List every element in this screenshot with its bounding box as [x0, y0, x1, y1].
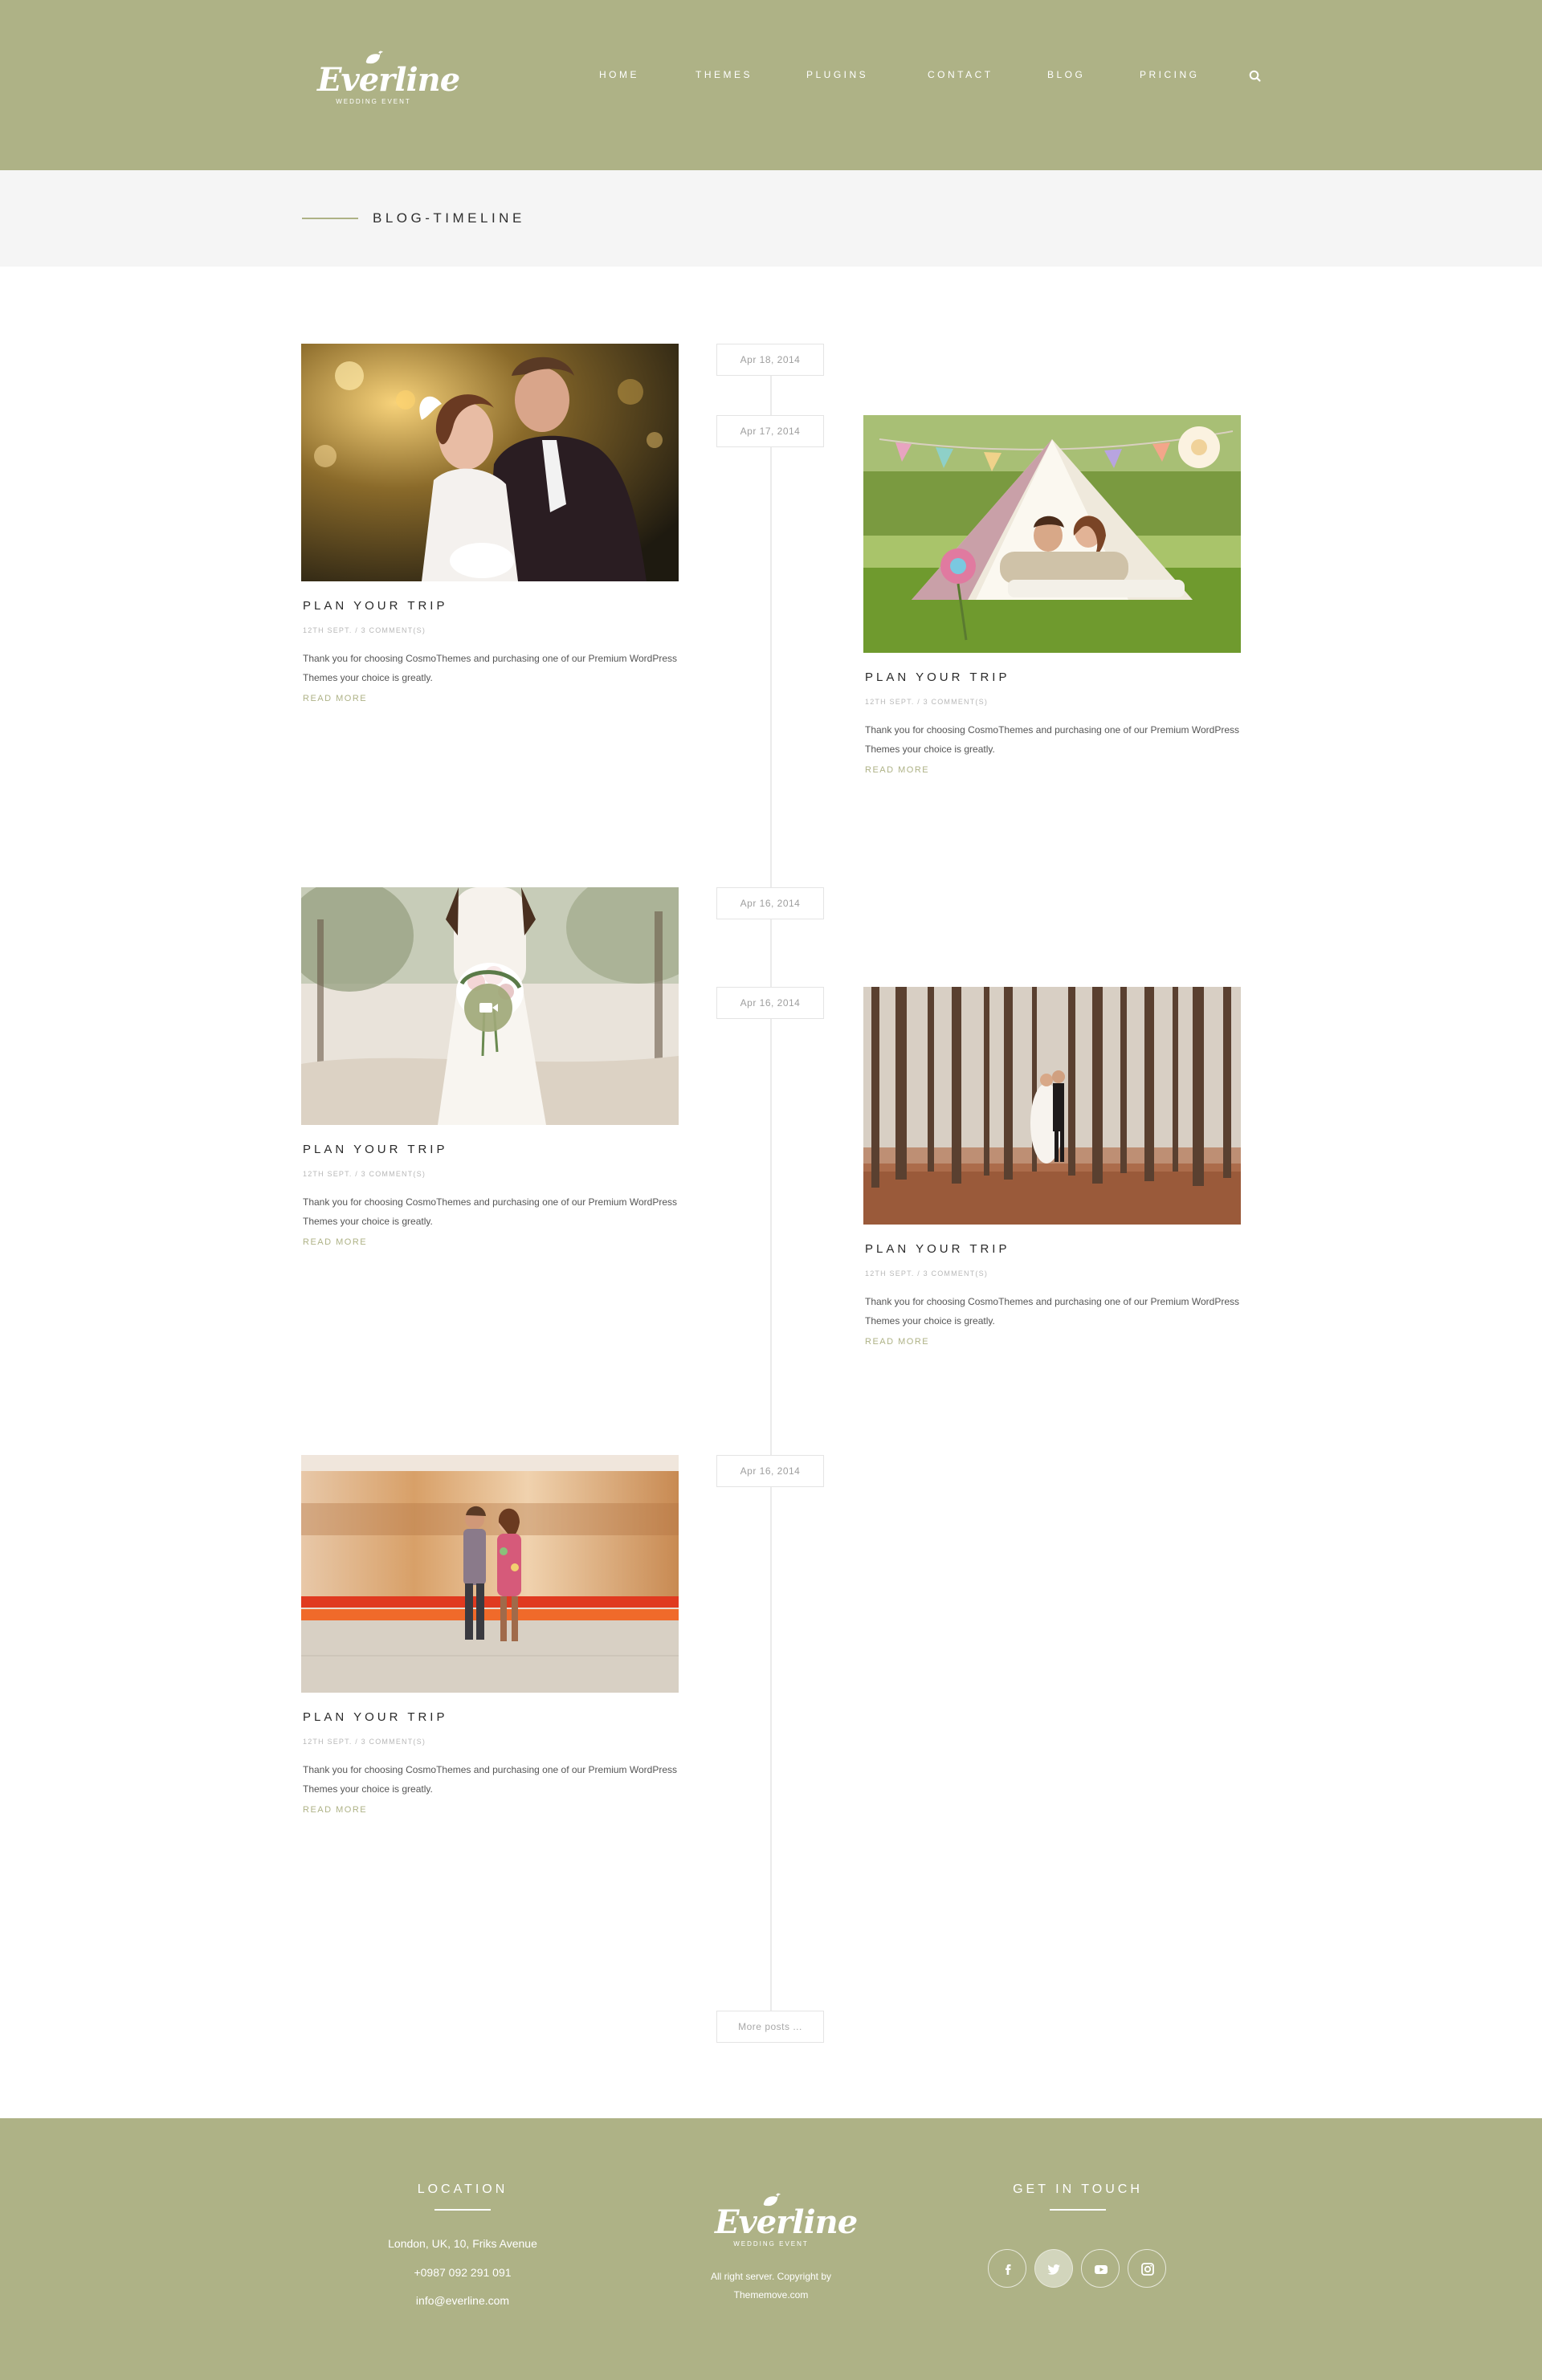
- site-logo[interactable]: Everline WEDDING EVENT: [317, 50, 460, 111]
- footer-contact-title: GET IN TOUCH: [1013, 2182, 1143, 2196]
- twitter-icon: [1047, 2264, 1060, 2275]
- twitter-button[interactable]: [1034, 2249, 1073, 2288]
- timeline-date: Apr 18, 2014: [716, 344, 824, 376]
- blog-post: PLAN YOUR TRIP 12TH SEPT. / 3 COMMENT(S)…: [301, 887, 679, 1257]
- read-more-link[interactable]: READ MORE: [303, 1805, 367, 1815]
- nav-item-pricing[interactable]: PRICING: [1140, 69, 1200, 80]
- post-meta: 12TH SEPT. / 3 COMMENT(S): [303, 626, 426, 634]
- blog-post: PLAN YOUR TRIP 12TH SEPT. / 3 COMMENT(S)…: [863, 415, 1241, 785]
- video-badge[interactable]: [464, 984, 512, 1032]
- instagram-button[interactable]: [1128, 2249, 1166, 2288]
- post-photo[interactable]: [863, 415, 1241, 653]
- footer-copyright-link[interactable]: Thememove.com: [651, 2289, 891, 2301]
- couple-at-train-photo: [301, 1455, 679, 1693]
- post-excerpt: Thank you for choosing CosmoThemes and p…: [303, 653, 678, 683]
- post-excerpt: Thank you for choosing CosmoThemes and p…: [865, 724, 1240, 755]
- facebook-button[interactable]: [988, 2249, 1026, 2288]
- footer-logo-wordmark: Everline: [715, 2203, 858, 2241]
- nav-item-plugins[interactable]: PLUGINS: [806, 69, 868, 80]
- nav-item-home[interactable]: HOME: [599, 69, 639, 80]
- timeline-date: Apr 17, 2014: [716, 415, 824, 447]
- post-excerpt: Thank you for choosing CosmoThemes and p…: [865, 1296, 1240, 1327]
- title-accent-line: [302, 218, 358, 219]
- timeline-date: Apr 16, 2014: [716, 887, 824, 919]
- post-photo[interactable]: [863, 987, 1241, 1225]
- couple-in-tent-photo: [863, 415, 1241, 653]
- footer-location-title: LOCATION: [417, 2182, 508, 2196]
- post-photo[interactable]: [301, 887, 679, 1125]
- page-title: BLOG-TIMELINE: [373, 210, 525, 226]
- facebook-icon: [1006, 2264, 1011, 2275]
- post-excerpt: Thank you for choosing CosmoThemes and p…: [303, 1196, 678, 1227]
- post-title[interactable]: PLAN YOUR TRIP: [303, 1143, 447, 1156]
- footer-address: London, UK, 10, Friks Avenue: [388, 2237, 537, 2250]
- site-footer: LOCATION London, UK, 10, Friks Avenue +0…: [0, 2118, 1542, 2380]
- timeline-date: Apr 16, 2014: [716, 987, 824, 1019]
- read-more-link[interactable]: READ MORE: [303, 694, 367, 703]
- post-meta: 12TH SEPT. / 3 COMMENT(S): [303, 1170, 426, 1178]
- footer-copyright: All right server. Copyright by: [710, 2271, 832, 2282]
- logo-tagline: WEDDING EVENT: [336, 98, 411, 105]
- timeline-axis: [770, 361, 772, 2011]
- page-title-bar: BLOG-TIMELINE: [0, 170, 1542, 267]
- footer-rule: [1050, 2209, 1106, 2211]
- read-more-link[interactable]: READ MORE: [865, 1337, 929, 1347]
- blog-post: PLAN YOUR TRIP 12TH SEPT. / 3 COMMENT(S)…: [301, 1455, 679, 1824]
- bride-and-groom-photo: [301, 344, 679, 581]
- post-title[interactable]: PLAN YOUR TRIP: [303, 599, 447, 613]
- couple-in-forest-photo: [863, 987, 1241, 1225]
- post-meta: 12TH SEPT. / 3 COMMENT(S): [303, 1738, 426, 1746]
- post-photo[interactable]: [301, 1455, 679, 1693]
- post-title[interactable]: PLAN YOUR TRIP: [865, 1242, 1010, 1256]
- post-title[interactable]: PLAN YOUR TRIP: [303, 1710, 447, 1724]
- youtube-button[interactable]: [1081, 2249, 1120, 2288]
- footer-rule: [434, 2209, 491, 2211]
- youtube-icon: [1095, 2265, 1108, 2274]
- post-title[interactable]: PLAN YOUR TRIP: [865, 670, 1010, 684]
- more-posts-button[interactable]: More posts ...: [716, 2011, 824, 2043]
- read-more-link[interactable]: READ MORE: [303, 1237, 367, 1247]
- logo-wordmark: Everline: [317, 61, 460, 99]
- video-camera-icon: [479, 1003, 498, 1013]
- search-icon[interactable]: [1248, 69, 1263, 84]
- footer-logo[interactable]: Everline WEDDING EVENT: [715, 2192, 858, 2253]
- post-meta: 12TH SEPT. / 3 COMMENT(S): [865, 1269, 989, 1278]
- instagram-icon: [1141, 2263, 1154, 2276]
- blog-post: PLAN YOUR TRIP 12TH SEPT. / 3 COMMENT(S)…: [301, 344, 679, 713]
- site-header: Everline WEDDING EVENT HOME THEMES PLUGI…: [0, 0, 1542, 170]
- footer-email[interactable]: info@everline.com: [342, 2294, 583, 2307]
- blog-post: PLAN YOUR TRIP 12TH SEPT. / 3 COMMENT(S)…: [863, 987, 1241, 1356]
- footer-phone[interactable]: +0987 092 291 091: [342, 2266, 583, 2279]
- timeline-date: Apr 16, 2014: [716, 1455, 824, 1487]
- post-excerpt: Thank you for choosing CosmoThemes and p…: [303, 1764, 678, 1795]
- post-photo[interactable]: [301, 344, 679, 581]
- read-more-link[interactable]: READ MORE: [865, 765, 929, 775]
- nav-item-themes[interactable]: THEMES: [696, 69, 753, 80]
- nav-item-contact[interactable]: CONTACT: [928, 69, 993, 80]
- footer-logo-tagline: WEDDING EVENT: [733, 2240, 809, 2248]
- post-meta: 12TH SEPT. / 3 COMMENT(S): [865, 698, 989, 706]
- nav-item-blog[interactable]: BLOG: [1047, 69, 1085, 80]
